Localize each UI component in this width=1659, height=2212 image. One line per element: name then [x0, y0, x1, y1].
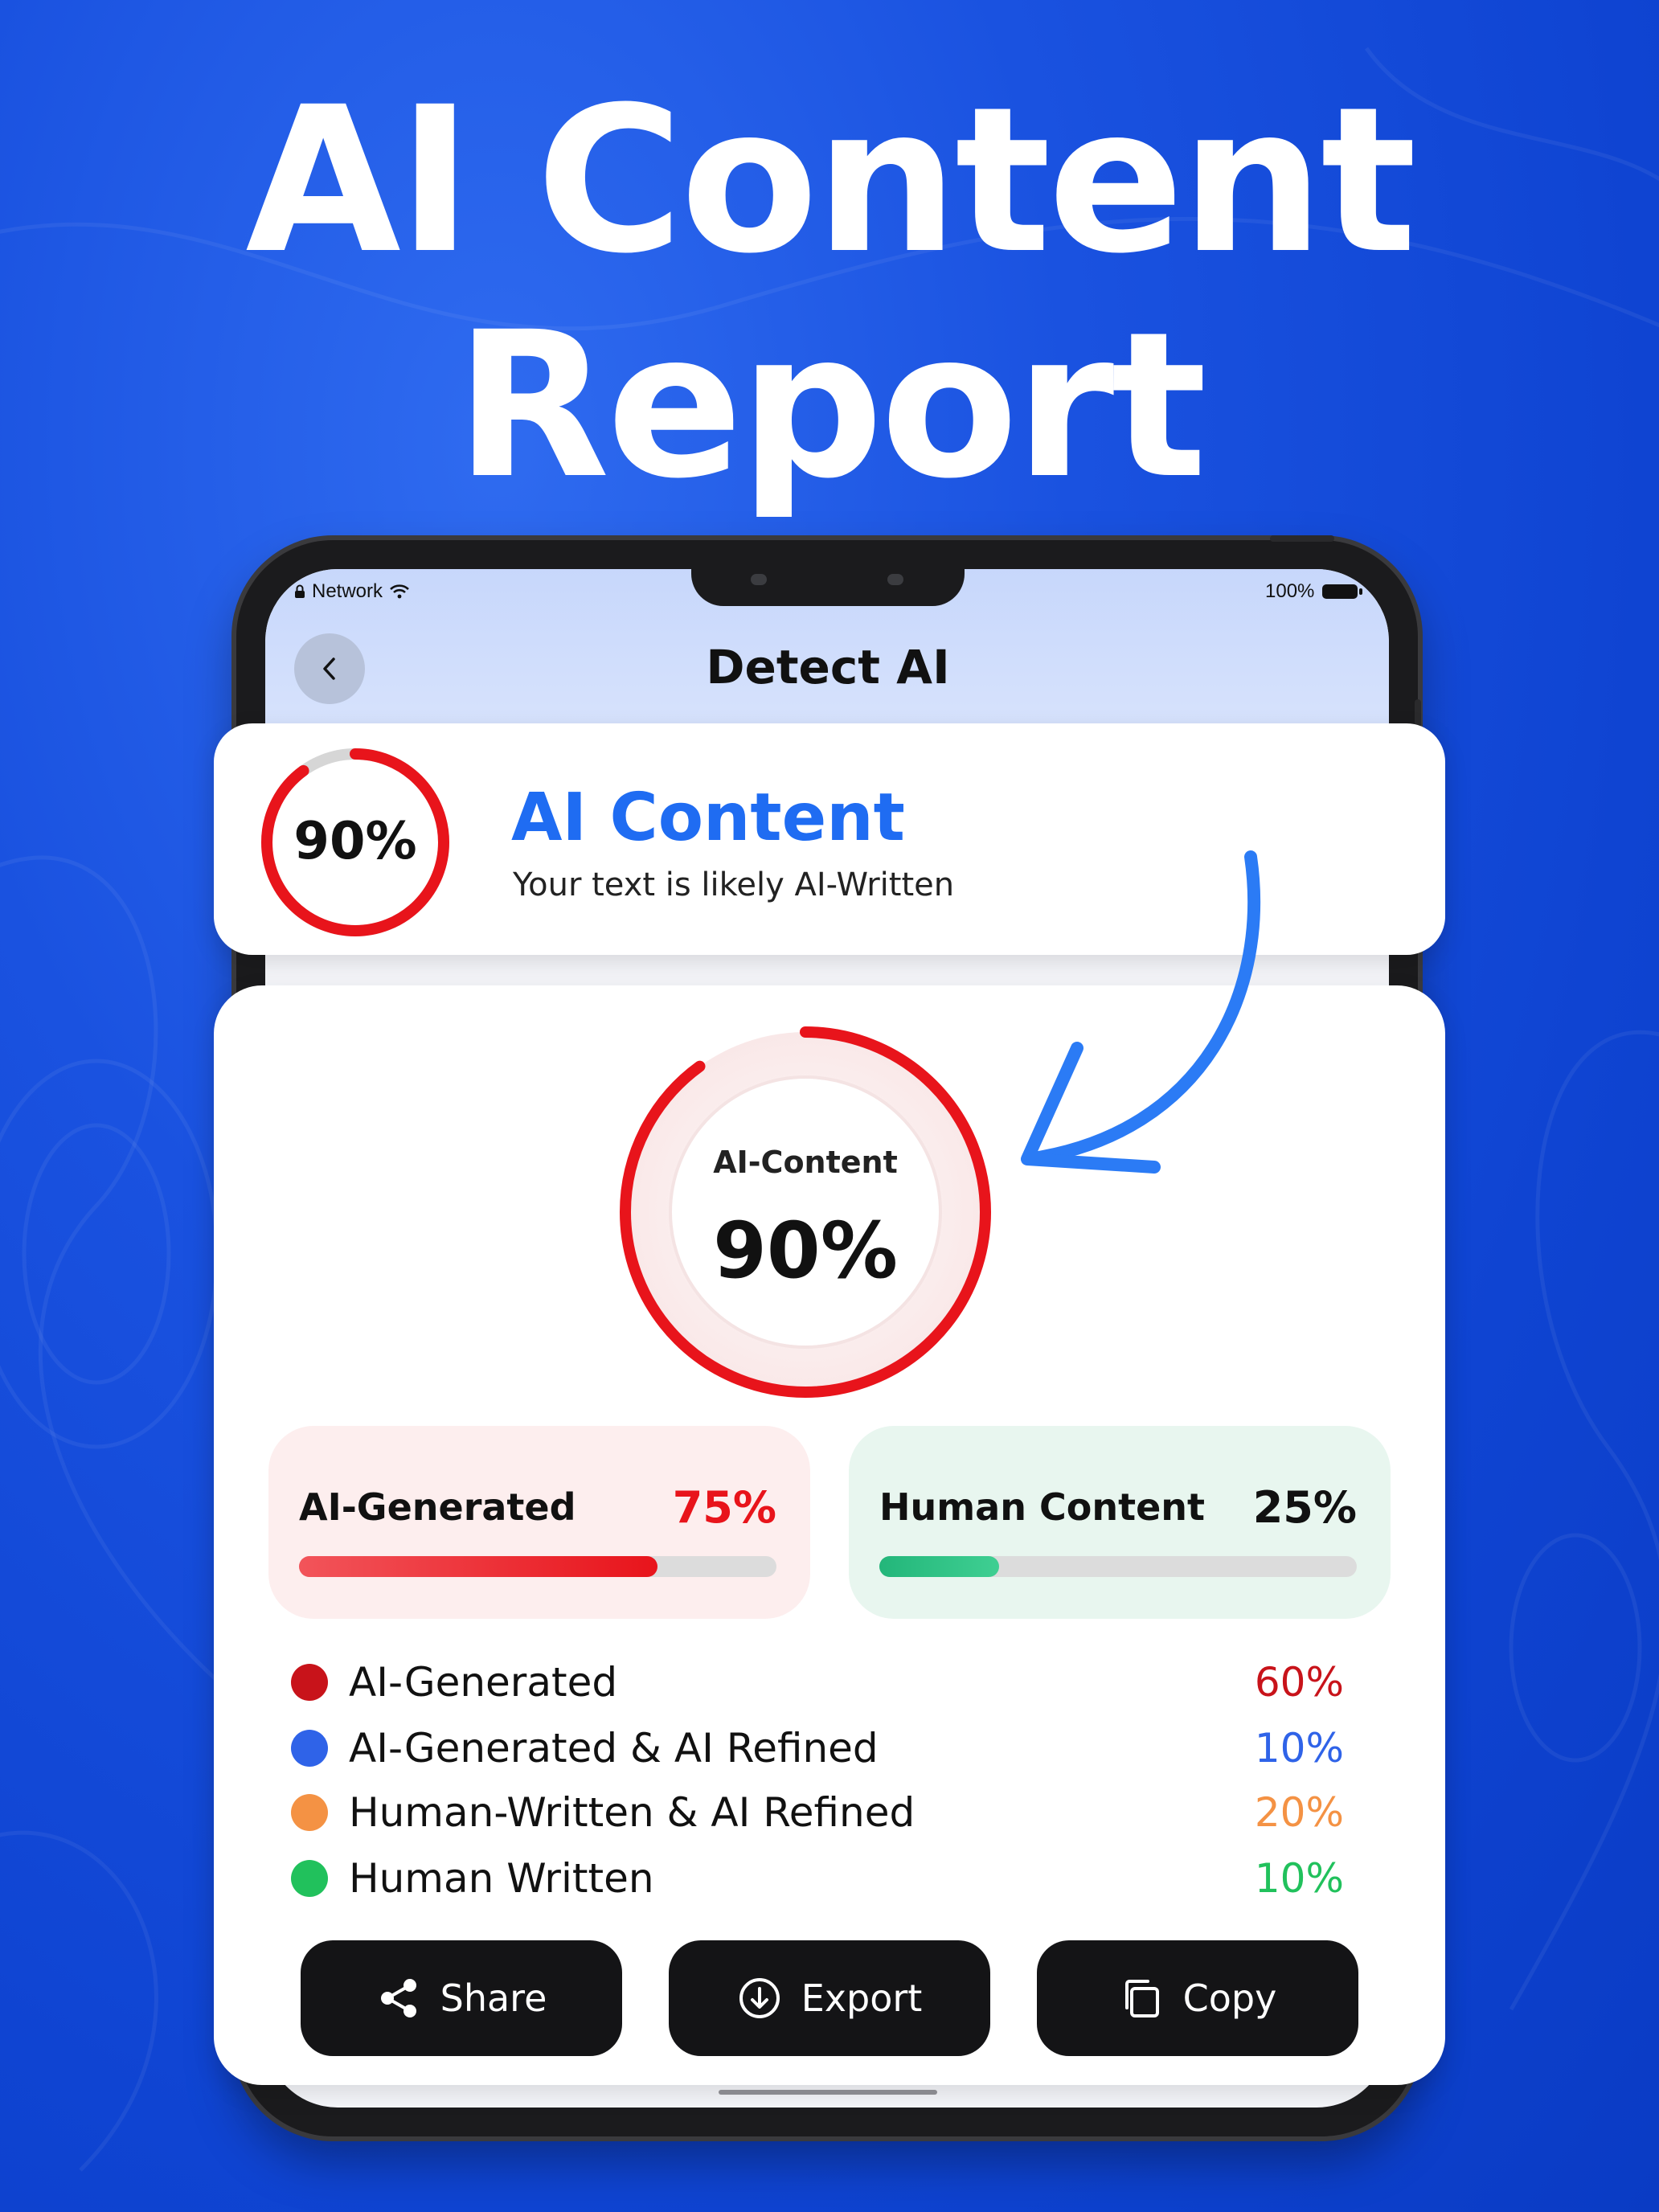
legend-value: 10% [1254, 1855, 1344, 1902]
legend-item: AI-Generated 60% [291, 1654, 1344, 1710]
human-content-stat-label: Human Content [879, 1485, 1206, 1529]
camera-dot [887, 574, 903, 585]
phone-top-button [1270, 535, 1334, 542]
headline-line-1: AI Content [245, 63, 1416, 297]
export-button[interactable]: Export [669, 1940, 990, 2056]
ai-generated-stat-card: AI-Generated 75% [268, 1426, 810, 1619]
battery-label: 100% [1265, 580, 1315, 602]
human-content-progress-fill [879, 1556, 999, 1577]
copy-button[interactable]: Copy [1037, 1940, 1358, 2056]
legend-dot [291, 1664, 328, 1701]
status-bar-right: 100% [1265, 580, 1363, 603]
wifi-icon [390, 584, 409, 599]
share-label: Share [440, 1976, 547, 2020]
back-button[interactable] [294, 633, 365, 704]
page-title: Detect AI [706, 640, 950, 694]
legend-item: Human-Written & AI Refined 20% [291, 1784, 1344, 1841]
status-bar-left: Network [294, 580, 410, 603]
human-content-stat-card: Human Content 25% [849, 1426, 1391, 1619]
download-icon [739, 1978, 780, 2018]
headline-line-2: Report [455, 289, 1207, 522]
ai-generated-progress-track [299, 1556, 776, 1577]
legend-dot [291, 1860, 328, 1897]
chevron-left-icon [323, 657, 335, 680]
home-indicator [719, 2090, 937, 2095]
camera-dot [751, 574, 767, 585]
copy-label: Copy [1182, 1976, 1277, 2020]
gauge-value: 90% [713, 1206, 898, 1296]
copy-icon [1124, 1980, 1159, 2017]
camera-notch [691, 569, 965, 606]
curved-arrow-icon [1021, 850, 1261, 1174]
summary-percent-label: 90% [293, 812, 417, 871]
export-label: Export [801, 1976, 923, 2020]
ai-generated-stat-label: AI-Generated [299, 1485, 576, 1529]
legend-name: AI-Generated & AI Refined [349, 1725, 879, 1772]
legend-name: AI-Generated [349, 1659, 618, 1706]
ai-generated-stat-value: 75% [672, 1482, 776, 1533]
legend-dot [291, 1730, 328, 1767]
network-label: Network [312, 580, 383, 602]
share-icon [380, 1979, 416, 2017]
summary-subtitle: Your text is likely AI-Written [513, 866, 955, 903]
ai-generated-progress-fill [299, 1556, 657, 1577]
legend-value: 10% [1254, 1725, 1344, 1772]
human-content-progress-track [879, 1556, 1357, 1577]
legend-dot [291, 1794, 328, 1831]
legend-name: Human Written [349, 1855, 654, 1902]
share-button[interactable]: Share [301, 1940, 622, 2056]
human-content-stat-value: 25% [1252, 1482, 1357, 1533]
legend-name: Human-Written & AI Refined [349, 1789, 916, 1836]
legend-item: AI-Generated & AI Refined 10% [291, 1720, 1344, 1776]
gauge-label: AI-Content [713, 1145, 898, 1180]
battery-icon [1322, 584, 1363, 599]
lock-icon [295, 584, 305, 598]
summary-title: AI Content [511, 780, 905, 856]
legend-value: 20% [1254, 1789, 1344, 1836]
legend-value: 60% [1254, 1659, 1344, 1706]
legend-item: Human Written 10% [291, 1850, 1344, 1907]
